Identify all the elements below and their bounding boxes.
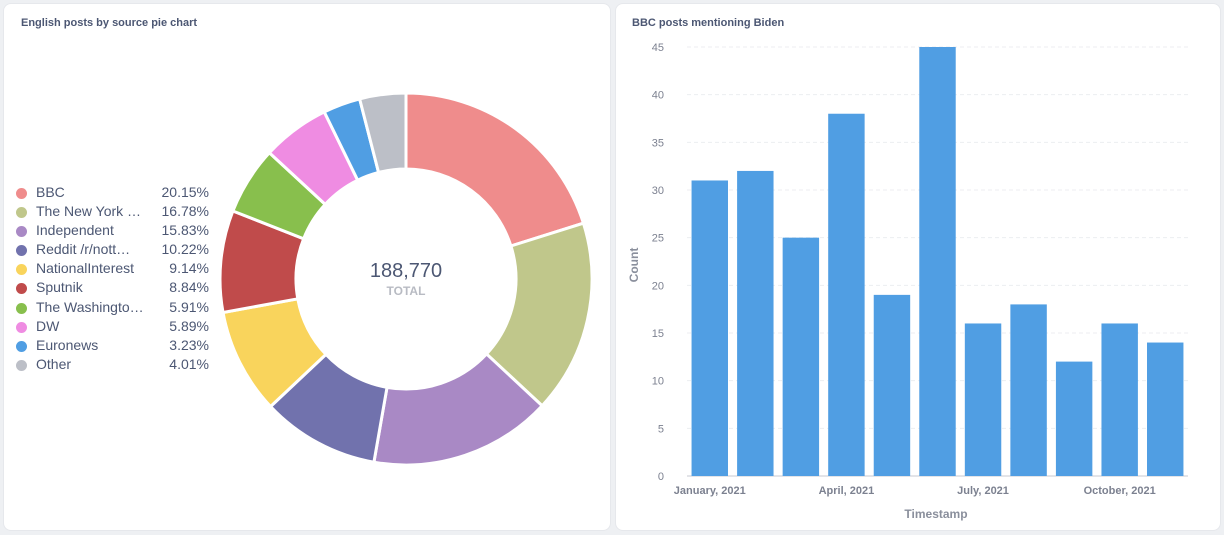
- donut-chart: 188,770 TOTAL: [218, 91, 594, 467]
- bar[interactable]: [919, 47, 956, 476]
- y-tick-label: 35: [652, 137, 664, 149]
- y-tick-label: 45: [652, 42, 664, 54]
- bar[interactable]: [782, 237, 820, 476]
- bar[interactable]: [873, 294, 911, 476]
- x-axis-label: Timestamp: [904, 507, 967, 521]
- bar[interactable]: [1055, 361, 1093, 476]
- x-tick-label: April, 2021: [819, 485, 875, 497]
- y-tick-label: 20: [652, 280, 664, 292]
- y-tick-label: 40: [652, 90, 664, 102]
- bar[interactable]: [737, 170, 774, 476]
- bar[interactable]: [828, 113, 865, 476]
- y-tick-label: 15: [652, 328, 664, 340]
- y-axis-label: Count: [627, 248, 641, 283]
- y-tick-label: 10: [652, 376, 664, 388]
- x-tick-label: January, 2021: [674, 485, 746, 497]
- bar-chart-card: BBC posts mentioning Biden 0 5 10 15 20 25 30 3…: [615, 3, 1221, 531]
- pie-slice[interactable]: [404, 91, 586, 248]
- y-tick-label: 5: [658, 423, 664, 435]
- bar[interactable]: [964, 323, 1002, 476]
- x-tick-label: October, 2021: [1084, 485, 1156, 497]
- pie-chart-card: English posts by source pie chart BBC 20.…: [3, 3, 611, 531]
- bar[interactable]: [1147, 342, 1184, 476]
- y-tick-label: 0: [658, 471, 664, 483]
- bar[interactable]: [1101, 323, 1138, 476]
- bar[interactable]: [1010, 304, 1047, 476]
- bar-chart: 0 5 10 15 20 25 30 35 40 45 January, 2021 April, 2…: [627, 42, 1188, 521]
- donut-total-value: 188,770: [370, 260, 442, 282]
- y-tick-label: 25: [652, 233, 664, 245]
- bar[interactable]: [691, 180, 728, 476]
- donut-total-label: TOTAL: [387, 284, 426, 298]
- x-tick-label: July, 2021: [957, 485, 1009, 497]
- y-tick-label: 30: [652, 185, 664, 197]
